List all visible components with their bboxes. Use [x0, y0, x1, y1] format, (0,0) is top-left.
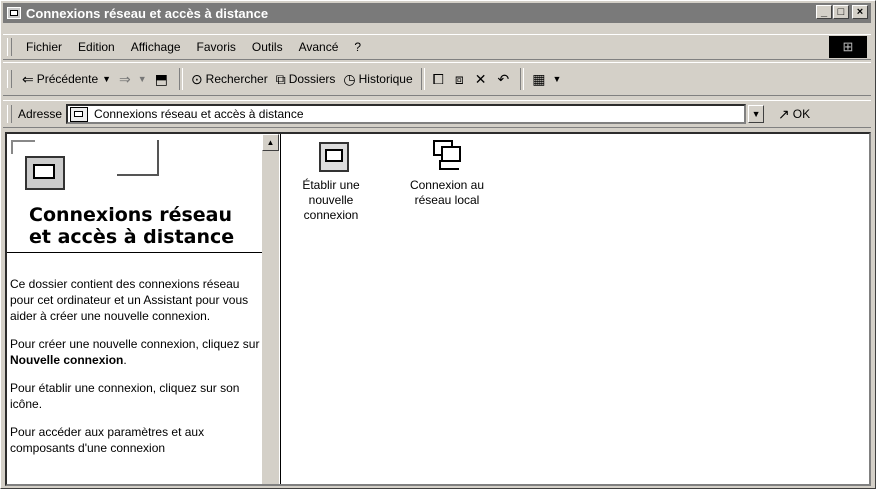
network-folder-icon — [7, 7, 21, 19]
standard-toolbar: ⇐ Précédente ▼ ⇒ ▼ ⬒ ⊙ Rechercher ⧉ Doss… — [3, 62, 871, 96]
up-folder-button[interactable]: ⬒ — [151, 67, 175, 91]
address-value: Connexions réseau et accès à distance — [94, 107, 304, 121]
menu-favoris[interactable]: Favoris — [189, 40, 244, 54]
new-connection-link[interactable]: Nouvelle connexion — [10, 353, 123, 367]
menu-grip[interactable] — [7, 38, 12, 56]
move-to-icon: ⧠ — [432, 70, 444, 87]
lan-connection-label-2: réseau local — [414, 193, 480, 207]
pane-title-line2: et accès à distance — [29, 226, 235, 248]
go-arrow-icon: ↗ — [778, 105, 790, 122]
up-folder-icon: ⬒ — [154, 70, 168, 87]
pane-description: Ce dossier contient des connexions résea… — [10, 276, 260, 468]
views-icon: ▦ — [532, 70, 546, 87]
undo-icon: ↶ — [497, 70, 510, 87]
pane-splitter[interactable] — [280, 134, 281, 484]
pane-title-line1: Connexions réseau — [29, 204, 233, 226]
new-connection-icon — [315, 140, 349, 172]
menu-help[interactable]: ? — [346, 40, 369, 54]
info-pane-scrollbar[interactable]: ▲ — [262, 134, 279, 484]
windows-logo-icon: ⊞ — [829, 36, 867, 58]
folders-icon: ⧉ — [275, 70, 286, 87]
copy-to-button[interactable]: ⧈ — [451, 67, 471, 91]
desc-para2: Pour créer une nouvelle connexion, cliqu… — [10, 336, 260, 368]
undo-button[interactable]: ↶ — [493, 67, 516, 91]
toolbar-separator — [178, 68, 183, 90]
forward-button[interactable]: ⇒ ▼ — [115, 67, 151, 91]
explorer-window: Connexions réseau et accès à distance _ … — [0, 0, 876, 489]
search-icon: ⊙ — [190, 70, 203, 87]
back-dropdown-icon[interactable]: ▼ — [102, 74, 111, 84]
lan-connection-icon — [429, 140, 465, 172]
history-icon: ◷ — [343, 70, 356, 87]
lan-connection-label-1: Connexion au — [409, 178, 485, 192]
menu-affichage[interactable]: Affichage — [123, 40, 189, 54]
info-banner: Connexions réseau et accès à distance — [7, 134, 262, 252]
address-bar: Adresse Connexions réseau et accès à dis… — [3, 100, 871, 128]
back-arrow-icon: ⇐ — [22, 70, 34, 87]
menu-edition[interactable]: Edition — [70, 40, 123, 54]
menu-avance[interactable]: Avancé — [291, 40, 347, 54]
go-button[interactable]: ↗ OK — [778, 106, 810, 123]
back-button[interactable]: ⇐ Précédente ▼ — [18, 67, 115, 91]
forward-arrow-icon: ⇒ — [119, 70, 131, 87]
copy-to-icon: ⧈ — [454, 70, 464, 87]
delete-button[interactable]: ✕ — [471, 67, 494, 91]
lan-connection-item[interactable]: Connexion au réseau local — [397, 140, 497, 208]
maximize-button[interactable]: □ — [833, 5, 849, 19]
new-connection-label-1: Établir une — [302, 178, 360, 192]
address-grip[interactable] — [7, 105, 12, 123]
views-dropdown-icon[interactable]: ▼ — [552, 74, 561, 84]
scroll-up-arrow-icon[interactable]: ▲ — [262, 134, 279, 151]
minimize-button[interactable]: _ — [816, 5, 832, 19]
views-button[interactable]: ▦ ▼ — [528, 67, 565, 91]
desc-para1: Ce dossier contient des connexions résea… — [10, 277, 249, 323]
network-folder-icon — [70, 106, 89, 122]
desc-para3: Pour établir une connexion, cliquez sur … — [10, 381, 240, 411]
title-bar[interactable]: Connexions réseau et accès à distance _ … — [3, 3, 871, 23]
toolbar-grip[interactable] — [7, 70, 12, 88]
window-title: Connexions réseau et accès à distance — [26, 5, 269, 21]
back-label: Précédente — [36, 72, 99, 86]
folder-view: Connexions réseau et accès à distance Ce… — [5, 132, 871, 486]
decor-frame — [117, 140, 159, 176]
toolbar-separator — [420, 68, 425, 90]
info-pane: Connexions réseau et accès à distance Ce… — [7, 134, 262, 484]
delete-icon: ✕ — [474, 70, 487, 87]
search-label: Rechercher — [205, 72, 268, 86]
move-to-button[interactable]: ⧠ — [429, 67, 451, 91]
go-label: OK — [792, 107, 811, 121]
menu-outils[interactable]: Outils — [244, 40, 291, 54]
new-connection-label-3: connexion — [303, 208, 359, 222]
new-connection-item[interactable]: Établir une nouvelle connexion — [295, 140, 367, 223]
toolbar-separator — [520, 68, 525, 90]
menu-fichier[interactable]: Fichier — [18, 40, 70, 54]
history-label: Historique — [358, 72, 413, 86]
address-input[interactable]: Connexions réseau et accès à distance — [66, 104, 747, 124]
network-connections-icon — [25, 156, 65, 190]
folders-button[interactable]: ⧉ Dossiers — [272, 67, 340, 91]
folders-label: Dossiers — [288, 72, 336, 86]
pane-divider — [7, 252, 262, 253]
history-button[interactable]: ◷ Historique — [339, 67, 416, 91]
new-connection-label-2: nouvelle — [308, 193, 354, 207]
close-button[interactable]: × — [852, 5, 868, 19]
menu-bar: Fichier Edition Affichage Favoris Outils… — [3, 34, 871, 60]
pane-title: Connexions réseau et accès à distance — [29, 204, 234, 248]
desc-para2-end: . — [123, 353, 127, 367]
address-dropdown-button[interactable]: ▼ — [748, 105, 765, 123]
address-label: Adresse — [18, 107, 63, 121]
search-button[interactable]: ⊙ Rechercher — [187, 67, 272, 91]
decor-frame — [11, 140, 35, 154]
forward-dropdown-icon[interactable]: ▼ — [138, 74, 147, 84]
desc-para2-text: Pour créer une nouvelle connexion, cliqu… — [10, 337, 260, 351]
desc-para4: Pour accéder aux paramètres et aux compo… — [10, 425, 205, 455]
